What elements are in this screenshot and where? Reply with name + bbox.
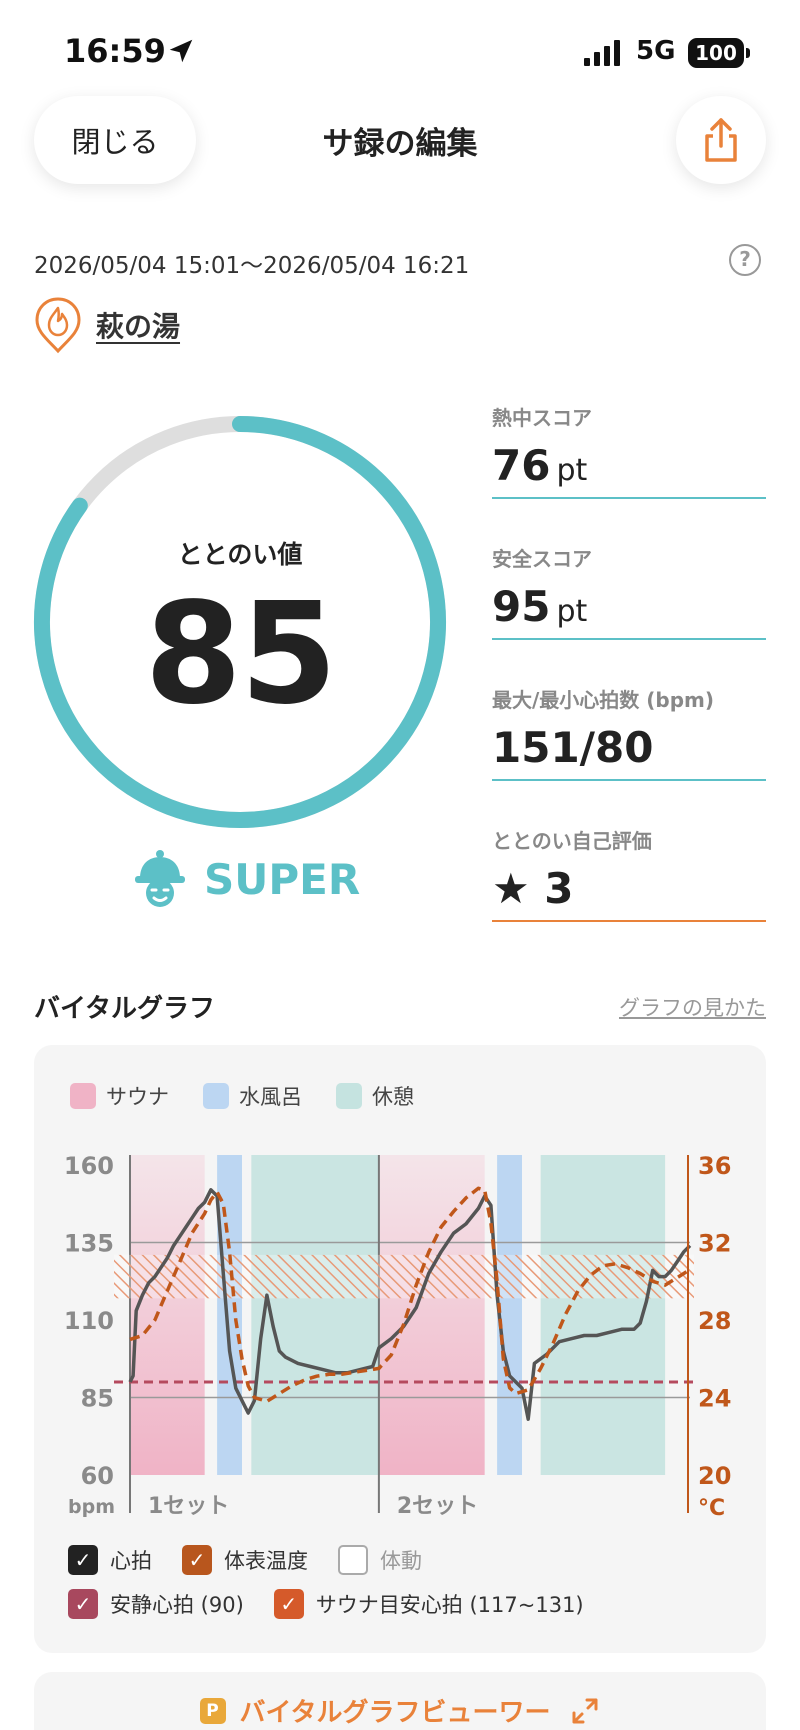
network-type: 5G [636, 36, 676, 66]
premium-badge: P [199, 1697, 226, 1724]
self-rating-label: ととのい自己評価 [492, 829, 652, 853]
graph-viewer-label: バイタルグラフビューワー [239, 1698, 551, 1728]
safety-score-label: 安全スコア [492, 547, 592, 571]
safety-score-value: 95 [492, 582, 551, 631]
toggle-body-motion[interactable]: 体動 [338, 1545, 422, 1575]
session-date-range: 2026/05/04 15:01〜2026/05/04 16:21 [34, 253, 470, 279]
sauna-hat-icon [135, 850, 185, 907]
y-left-tick: 160 [64, 1152, 114, 1180]
flame-pin-icon [35, 297, 81, 354]
y-right-tick: 28 [698, 1307, 731, 1335]
y-right-tick: 24 [698, 1385, 731, 1413]
share-button[interactable] [676, 96, 766, 184]
help-icon[interactable]: ? [729, 244, 761, 276]
phase-rest [540, 1155, 666, 1475]
safety-score[interactable]: 安全スコア 95 pt [492, 543, 766, 640]
graph-help-link[interactable]: グラフの見かた [619, 992, 766, 1022]
heat-score[interactable]: 熱中スコア 76 pt [492, 402, 766, 499]
vital-graph-title: バイタルグラフ [34, 994, 215, 1024]
heat-score-value: 76 [492, 441, 551, 490]
status-time: 16:59 [64, 32, 166, 70]
rank-badge: SUPER [132, 848, 360, 910]
gauge-label: ととのい値 [177, 540, 303, 569]
set-label: 1セット [148, 1494, 229, 1519]
toggle-skin-temp[interactable]: ✓ 体表温度 [182, 1545, 308, 1575]
y-right-tick: 20 [698, 1462, 731, 1490]
toggle-resting-hr[interactable]: ✓ 安静心拍 (90) [68, 1589, 244, 1619]
vital-chart: 160 135 110 85 60 36 32 28 24 20 bpm °C 1セット 2セット [64, 1152, 732, 1521]
gauge-value: 85 [144, 573, 338, 736]
heat-score-label: 熱中スコア [492, 406, 592, 430]
battery-icon: 100 [688, 38, 750, 68]
phase-sauna [378, 1155, 485, 1475]
facility-link[interactable]: 萩の湯 [34, 296, 180, 354]
phase-legend: サウナ 水風呂 休憩 [70, 1081, 448, 1111]
status-bar: 16:59 5G 100 [0, 0, 800, 100]
y-left-tick: 60 [81, 1462, 114, 1490]
y-right-unit: °C [698, 1496, 725, 1521]
star-icon: ★ [492, 864, 530, 913]
heat-score-unit: pt [556, 453, 588, 488]
safety-score-unit: pt [556, 594, 588, 629]
toggle-heart-rate[interactable]: ✓ 心拍 [68, 1545, 152, 1575]
legend-rest: 休憩 [336, 1081, 414, 1111]
location-arrow-icon [169, 39, 193, 63]
y-left-tick: 135 [64, 1230, 114, 1258]
rank-label: SUPER [204, 854, 361, 904]
y-left-tick: 85 [81, 1385, 114, 1413]
phase-sauna [130, 1155, 205, 1475]
phase-water [217, 1155, 242, 1475]
y-left-tick: 110 [64, 1307, 114, 1335]
sauna-target-band [114, 1254, 694, 1299]
heart-rate-range[interactable]: 最大/最小心拍数 (bpm) 151/80 [492, 684, 766, 781]
set-label: 2セット [397, 1494, 478, 1519]
graph-viewer-button[interactable]: P バイタルグラフビューワー [34, 1672, 766, 1730]
self-rating-value: 3 [544, 864, 574, 913]
self-rating[interactable]: ととのい自己評価 ★ 3 [492, 825, 766, 922]
vital-graph-card: サウナ 水風呂 休憩 160 135 110 85 60 36 32 28 24 20 bpm °C 1… [34, 1045, 766, 1653]
heart-rate-label: 最大/最小心拍数 (bpm) [492, 688, 715, 712]
legend-sauna: サウナ [70, 1081, 169, 1111]
toggle-sauna-target-hr[interactable]: ✓ サウナ目安心拍 (117~131) [273, 1589, 584, 1619]
share-icon [705, 118, 737, 162]
nav-header: 閉じる サ録の編集 [0, 96, 800, 196]
y-left-unit: bpm [68, 1496, 115, 1518]
signal-icon [584, 40, 620, 66]
y-right-tick: 36 [698, 1152, 731, 1180]
legend-water: 水風呂 [203, 1081, 302, 1111]
heart-rate-value: 151/80 [492, 723, 654, 772]
expand-icon [572, 1698, 598, 1723]
y-right-tick: 32 [698, 1230, 731, 1258]
series-toggles: ✓ 心拍 ✓ 体表温度 体動 ✓ 安静心拍 (90) ✓ サウナ目安心拍 (117~13… [68, 1545, 614, 1633]
facility-name[interactable]: 萩の湯 [96, 305, 180, 345]
